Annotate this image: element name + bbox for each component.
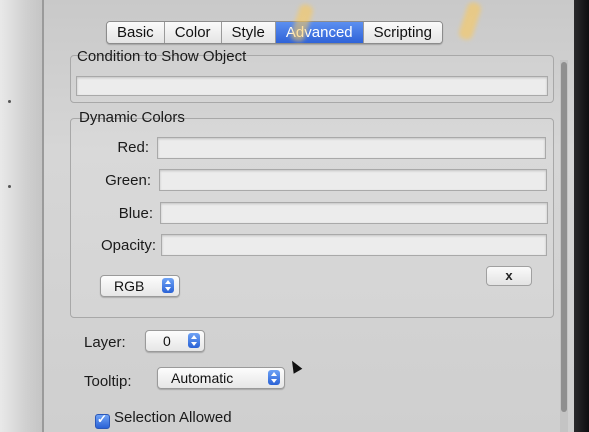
- selection-allowed-label: Selection Allowed: [114, 409, 232, 426]
- popup-arrows-icon: [268, 370, 280, 385]
- tab-style[interactable]: Style: [221, 22, 276, 43]
- tooltip-label: Tooltip:: [84, 373, 132, 390]
- layer-stepper[interactable]: 0: [145, 330, 205, 352]
- tab-advanced[interactable]: Advanced: [275, 22, 364, 43]
- tab-basic[interactable]: Basic: [107, 22, 165, 43]
- condition-input[interactable]: [76, 76, 548, 96]
- layer-value: 0: [163, 333, 171, 349]
- opacity-field[interactable]: [161, 234, 547, 256]
- scrollbar-thumb[interactable]: [561, 62, 567, 412]
- tooltip-value: Automatic: [171, 370, 234, 386]
- popup-arrows-icon: [162, 278, 174, 293]
- bezel-mark: [8, 185, 11, 188]
- clear-button[interactable]: x: [486, 266, 532, 286]
- tab-color[interactable]: Color: [164, 22, 222, 43]
- condition-legend: Condition to Show Object: [77, 48, 247, 65]
- checkmark-icon: ✓: [97, 412, 108, 426]
- blue-field[interactable]: [160, 202, 548, 224]
- tab-bar: Basic Color Style Advanced Scripting: [106, 21, 443, 44]
- opacity-label: Opacity:: [100, 237, 156, 254]
- bezel-mark: [8, 100, 11, 103]
- color-mode-popup[interactable]: RGB: [100, 275, 180, 297]
- green-field[interactable]: [159, 169, 547, 191]
- tooltip-popup[interactable]: Automatic: [157, 367, 285, 389]
- selection-allowed-checkbox[interactable]: ✓: [95, 412, 110, 429]
- red-label: Red:: [117, 139, 149, 156]
- green-label: Green:: [105, 172, 151, 189]
- blue-label: Blue:: [118, 205, 153, 222]
- stepper-arrows-icon: [188, 333, 200, 348]
- red-field[interactable]: [157, 137, 546, 159]
- screen-edge: [574, 0, 589, 432]
- tab-scripting[interactable]: Scripting: [363, 22, 442, 43]
- dynamic-colors-legend: Dynamic Colors: [79, 109, 185, 126]
- layer-label: Layer:: [84, 334, 126, 351]
- color-mode-value: RGB: [114, 278, 145, 294]
